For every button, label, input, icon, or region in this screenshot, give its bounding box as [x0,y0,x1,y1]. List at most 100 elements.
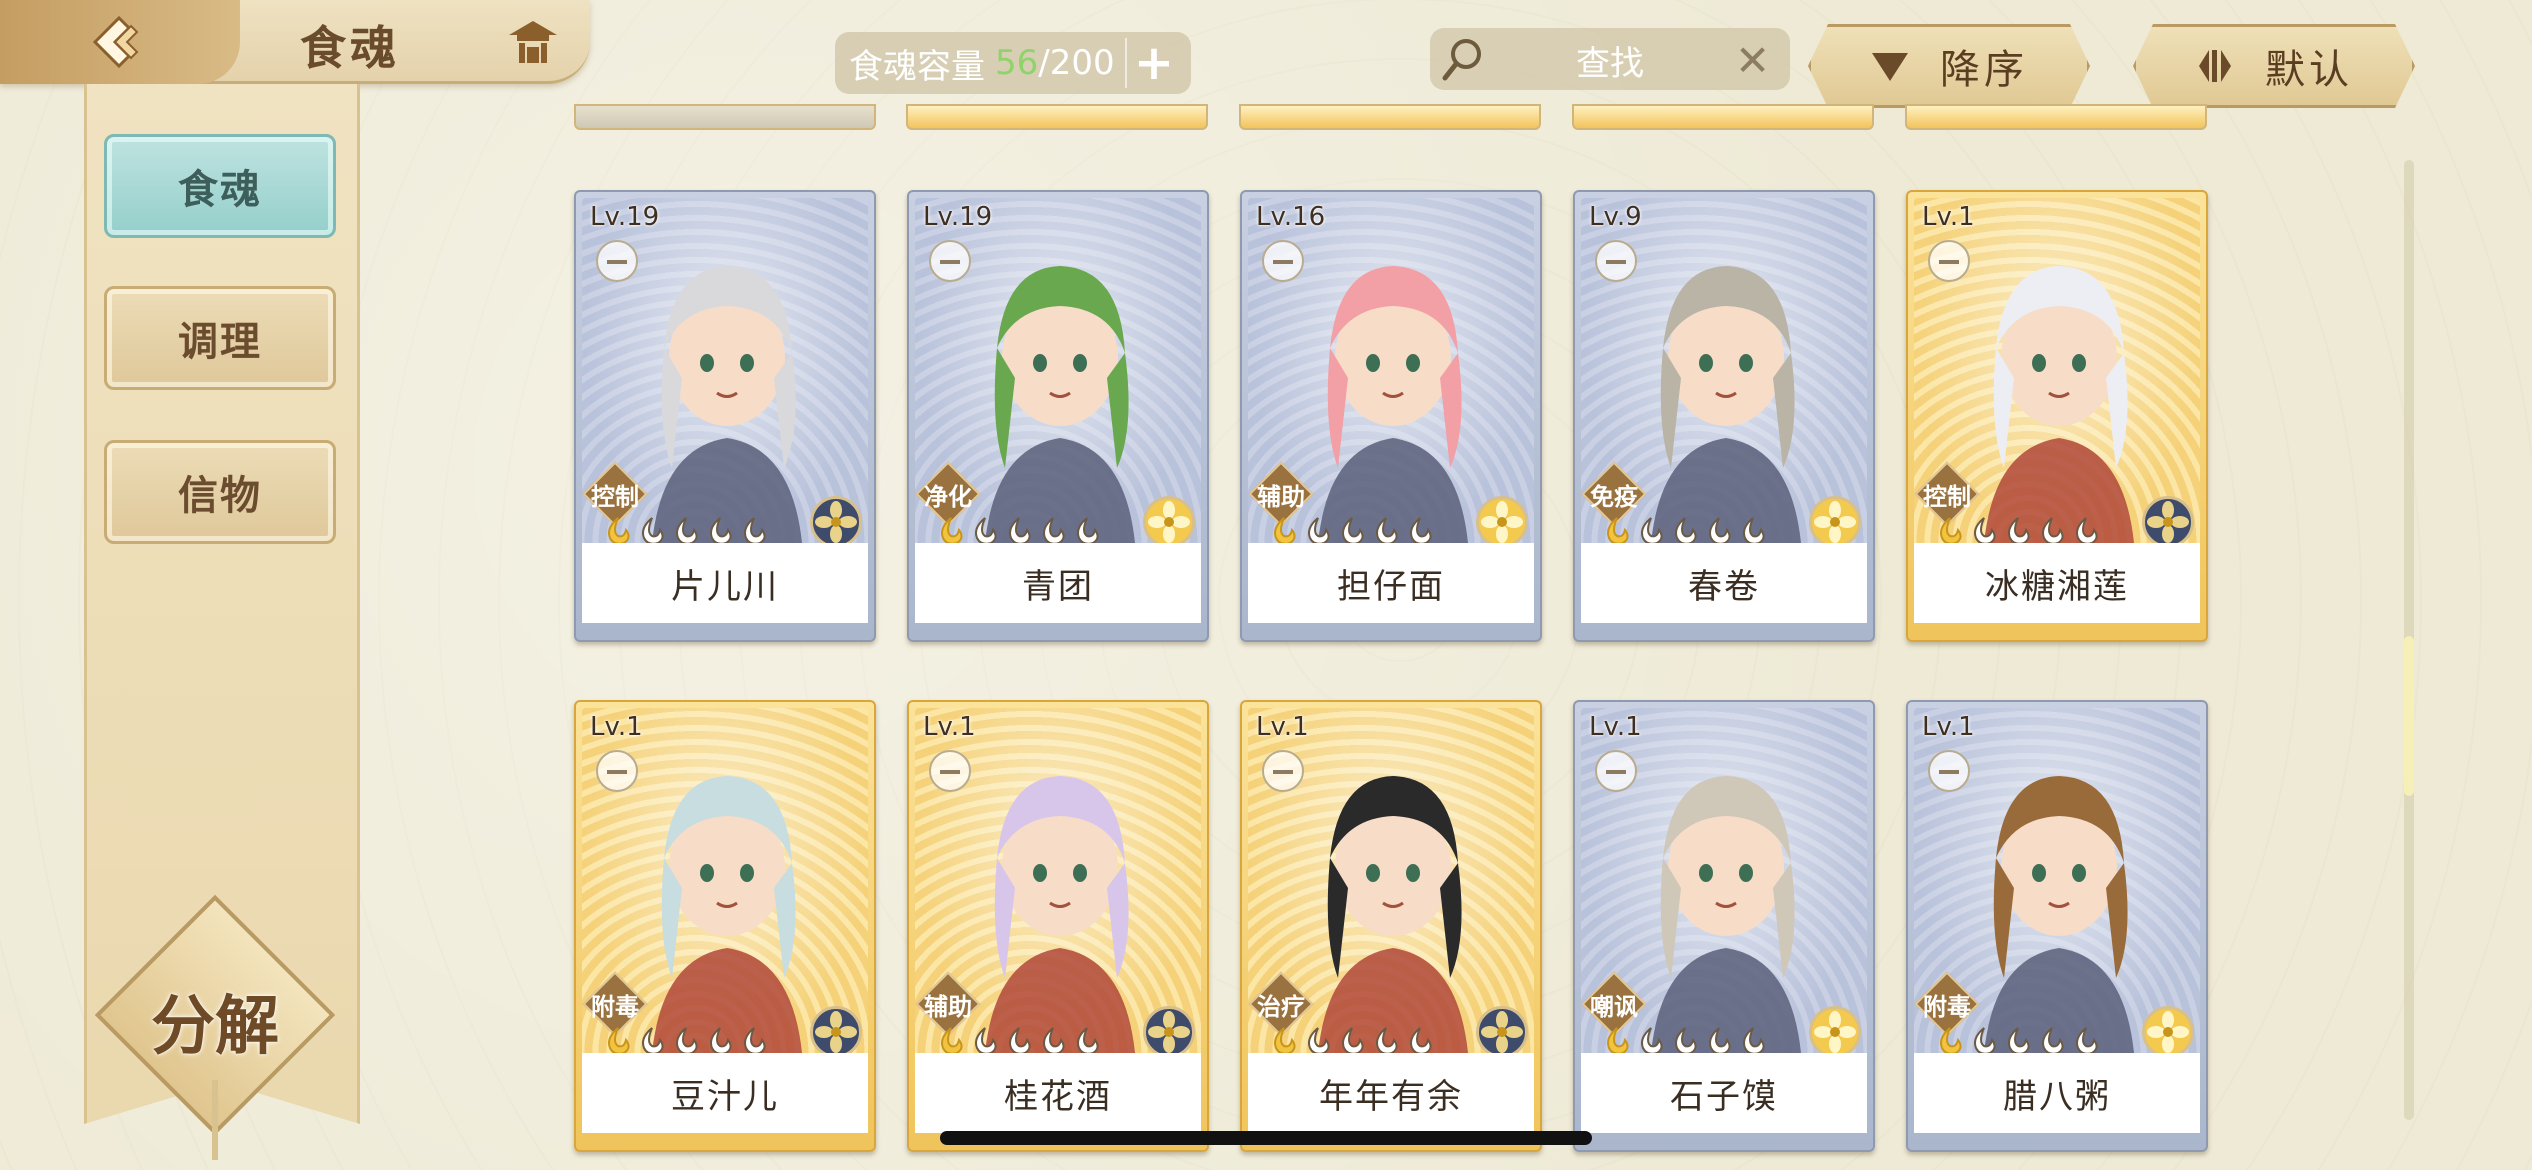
flame-star-empty-icon [1077,517,1099,545]
card-level: Lv.1 [1256,712,1309,742]
star-rating [1601,516,1769,546]
character-portrait-icon [1984,776,2134,1053]
flower-icon [1481,1011,1523,1053]
equipment-slot-icon [596,240,638,282]
sidebar-item-food-soul[interactable]: 食魂 [104,134,336,238]
flower-icon [2147,1011,2189,1053]
flower-element-icon [1143,496,1195,548]
flower-icon [1148,1011,1190,1053]
food-soul-card[interactable]: Lv.1 附毒 豆汁儿 [574,700,876,1152]
flame-star-filled-icon [941,1027,963,1055]
equipment-slot-icon [929,750,971,792]
role-label: 辅助 [924,993,972,1021]
triangle-down-icon [1870,49,1910,83]
equipment-slot-icon [1595,240,1637,282]
card-name: 腊八粥 [1914,1053,2200,1133]
flame-star-empty-icon [1974,1027,1996,1055]
character-portrait-icon [1651,266,1801,543]
card-name: 豆汁儿 [582,1053,868,1133]
equipment-slot-icon [596,750,638,792]
flower-element-icon [2142,496,2194,548]
flame-star-empty-icon [1641,1027,1663,1055]
food-soul-card[interactable]: Lv.9 免疫 春卷 [1573,190,1875,642]
character-portrait-icon [1318,776,1468,1053]
sidebar-item-cooking[interactable]: 调理 [104,286,336,390]
card-name: 年年有余 [1248,1053,1534,1133]
home-button[interactable] [505,14,561,70]
flower-icon [1814,1011,1856,1053]
flame-star-filled-icon [1607,1027,1629,1055]
flame-star-empty-icon [975,517,997,545]
equipment-slot-icon [1262,750,1304,792]
role-label: 辅助 [1257,483,1305,511]
character-portrait-icon [1984,266,2134,543]
equipment-slot-icon [929,240,971,282]
flame-star-empty-icon [1009,1027,1031,1055]
food-soul-card[interactable]: Lv.19 净化 青团 [907,190,1209,642]
sort-default-label: 默认 [2265,47,2353,93]
card-name: 春卷 [1581,543,1867,623]
capacity-max: 200 [1049,43,1115,83]
food-soul-card[interactable]: Lv.1 控制 冰糖湘莲 [1906,190,2208,642]
card-peek [574,104,876,130]
capacity-add-button[interactable]: + [1125,35,1181,91]
role-label: 控制 [1923,483,1971,511]
capacity-label: 食魂容量 [849,46,985,87]
flower-element-icon [810,1006,862,1058]
flame-star-filled-icon [608,1027,630,1055]
back-button[interactable] [0,0,240,84]
sidebar-item-label: 调理 [178,319,262,365]
card-name: 桂花酒 [915,1053,1201,1133]
flame-star-empty-icon [2042,1027,2064,1055]
pavilion-icon [509,21,557,63]
search-icon [1442,39,1481,81]
food-soul-card[interactable]: Lv.1 嘲讽 石子馍 [1573,700,1875,1152]
flame-star-empty-icon [1009,517,1031,545]
flame-star-empty-icon [744,1027,766,1055]
card-level: Lv.1 [590,712,643,742]
card-name: 石子馍 [1581,1053,1867,1133]
card-level: Lv.9 [1589,202,1642,232]
card-level: Lv.1 [1922,712,1975,742]
flower-icon [1814,501,1856,543]
flame-star-empty-icon [1743,517,1765,545]
food-soul-card[interactable]: Lv.1 治疗 年年有余 [1240,700,1542,1152]
flame-star-empty-icon [2008,517,2030,545]
card-name: 片儿川 [582,543,868,623]
flame-star-empty-icon [642,517,664,545]
search-clear-button[interactable]: ✕ [1735,36,1770,85]
card-level: Lv.16 [1256,202,1326,232]
flame-star-empty-icon [1641,517,1663,545]
food-soul-card[interactable]: Lv.1 附毒 腊八粥 [1906,700,2208,1152]
food-soul-card[interactable]: Lv.1 辅助 桂花酒 [907,700,1209,1152]
sort-order-button[interactable]: 降序 [1808,24,2090,108]
card-inner: Lv.1 辅助 桂花酒 [915,708,1201,1144]
flower-element-icon [810,496,862,548]
sidebar-item-label: 信物 [178,473,262,519]
card-inner: Lv.19 控制 片儿川 [582,198,868,634]
role-label: 控制 [591,483,639,511]
card-name: 担仔面 [1248,543,1534,623]
card-inner: Lv.9 免疫 春卷 [1581,198,1867,634]
flame-star-filled-icon [1607,517,1629,545]
flame-star-empty-icon [744,517,766,545]
food-soul-card[interactable]: Lv.19 控制 片儿川 [574,190,876,642]
star-rating [602,516,770,546]
role-label: 净化 [924,483,972,511]
food-soul-card[interactable]: Lv.16 辅助担仔面 [1240,190,1542,642]
star-rating [1601,1026,1769,1056]
sidebar-item-label: 食魂 [178,167,262,213]
character-portrait-icon [652,266,802,543]
home-indicator [940,1131,1592,1145]
star-rating [1268,1026,1436,1056]
flower-icon [2147,501,2189,543]
card-peek [906,104,1208,130]
flower-icon [1481,501,1523,543]
scrollbar-thumb[interactable] [2404,636,2414,796]
equipment-slot-icon [1595,750,1637,792]
sidebar-item-keepsake[interactable]: 信物 [104,440,336,544]
sort-default-button[interactable]: 默认 [2133,24,2415,108]
card-inner: Lv.19 净化 青团 [915,198,1201,634]
flame-star-empty-icon [1743,1027,1765,1055]
flame-star-empty-icon [710,517,732,545]
